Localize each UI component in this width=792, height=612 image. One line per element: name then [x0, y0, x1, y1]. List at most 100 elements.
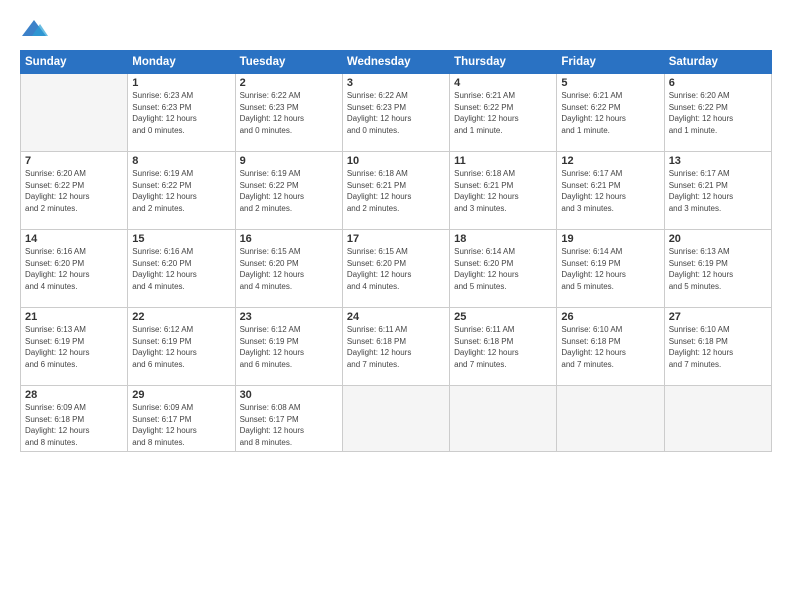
day-info: Sunrise: 6:09 AM Sunset: 6:18 PM Dayligh… — [25, 402, 123, 448]
calendar-cell: 24Sunrise: 6:11 AM Sunset: 6:18 PM Dayli… — [342, 308, 449, 386]
logo — [20, 18, 52, 40]
day-number: 28 — [25, 389, 123, 401]
day-info: Sunrise: 6:18 AM Sunset: 6:21 PM Dayligh… — [347, 168, 445, 214]
day-info: Sunrise: 6:08 AM Sunset: 6:17 PM Dayligh… — [240, 402, 338, 448]
day-number: 11 — [454, 155, 552, 167]
calendar-cell: 2Sunrise: 6:22 AM Sunset: 6:23 PM Daylig… — [235, 74, 342, 152]
day-header-monday: Monday — [128, 51, 235, 74]
day-number: 21 — [25, 311, 123, 323]
calendar-cell: 1Sunrise: 6:23 AM Sunset: 6:23 PM Daylig… — [128, 74, 235, 152]
day-info: Sunrise: 6:11 AM Sunset: 6:18 PM Dayligh… — [454, 324, 552, 370]
page: SundayMondayTuesdayWednesdayThursdayFrid… — [0, 0, 792, 612]
day-info: Sunrise: 6:15 AM Sunset: 6:20 PM Dayligh… — [347, 246, 445, 292]
day-info: Sunrise: 6:21 AM Sunset: 6:22 PM Dayligh… — [454, 90, 552, 136]
day-number: 5 — [561, 77, 659, 89]
calendar-cell: 5Sunrise: 6:21 AM Sunset: 6:22 PM Daylig… — [557, 74, 664, 152]
calendar-cell: 29Sunrise: 6:09 AM Sunset: 6:17 PM Dayli… — [128, 386, 235, 452]
day-number: 7 — [25, 155, 123, 167]
day-number: 20 — [669, 233, 767, 245]
day-info: Sunrise: 6:14 AM Sunset: 6:20 PM Dayligh… — [454, 246, 552, 292]
day-info: Sunrise: 6:21 AM Sunset: 6:22 PM Dayligh… — [561, 90, 659, 136]
day-info: Sunrise: 6:09 AM Sunset: 6:17 PM Dayligh… — [132, 402, 230, 448]
day-header-tuesday: Tuesday — [235, 51, 342, 74]
day-info: Sunrise: 6:16 AM Sunset: 6:20 PM Dayligh… — [25, 246, 123, 292]
day-info: Sunrise: 6:12 AM Sunset: 6:19 PM Dayligh… — [240, 324, 338, 370]
calendar-cell: 12Sunrise: 6:17 AM Sunset: 6:21 PM Dayli… — [557, 152, 664, 230]
day-number: 2 — [240, 77, 338, 89]
header — [20, 18, 772, 40]
calendar-cell: 10Sunrise: 6:18 AM Sunset: 6:21 PM Dayli… — [342, 152, 449, 230]
calendar-cell: 22Sunrise: 6:12 AM Sunset: 6:19 PM Dayli… — [128, 308, 235, 386]
day-info: Sunrise: 6:10 AM Sunset: 6:18 PM Dayligh… — [669, 324, 767, 370]
day-number: 14 — [25, 233, 123, 245]
calendar-cell — [21, 74, 128, 152]
calendar-cell: 4Sunrise: 6:21 AM Sunset: 6:22 PM Daylig… — [450, 74, 557, 152]
day-number: 15 — [132, 233, 230, 245]
calendar-cell: 18Sunrise: 6:14 AM Sunset: 6:20 PM Dayli… — [450, 230, 557, 308]
calendar-cell: 28Sunrise: 6:09 AM Sunset: 6:18 PM Dayli… — [21, 386, 128, 452]
day-info: Sunrise: 6:23 AM Sunset: 6:23 PM Dayligh… — [132, 90, 230, 136]
day-info: Sunrise: 6:18 AM Sunset: 6:21 PM Dayligh… — [454, 168, 552, 214]
calendar-cell: 27Sunrise: 6:10 AM Sunset: 6:18 PM Dayli… — [664, 308, 771, 386]
calendar-cell: 14Sunrise: 6:16 AM Sunset: 6:20 PM Dayli… — [21, 230, 128, 308]
day-info: Sunrise: 6:20 AM Sunset: 6:22 PM Dayligh… — [25, 168, 123, 214]
calendar-cell: 7Sunrise: 6:20 AM Sunset: 6:22 PM Daylig… — [21, 152, 128, 230]
week-row-3: 14Sunrise: 6:16 AM Sunset: 6:20 PM Dayli… — [21, 230, 772, 308]
day-number: 1 — [132, 77, 230, 89]
calendar-cell — [557, 386, 664, 452]
day-number: 16 — [240, 233, 338, 245]
day-info: Sunrise: 6:15 AM Sunset: 6:20 PM Dayligh… — [240, 246, 338, 292]
calendar-cell: 30Sunrise: 6:08 AM Sunset: 6:17 PM Dayli… — [235, 386, 342, 452]
day-number: 10 — [347, 155, 445, 167]
day-info: Sunrise: 6:16 AM Sunset: 6:20 PM Dayligh… — [132, 246, 230, 292]
day-info: Sunrise: 6:11 AM Sunset: 6:18 PM Dayligh… — [347, 324, 445, 370]
day-number: 12 — [561, 155, 659, 167]
day-info: Sunrise: 6:13 AM Sunset: 6:19 PM Dayligh… — [25, 324, 123, 370]
day-info: Sunrise: 6:22 AM Sunset: 6:23 PM Dayligh… — [240, 90, 338, 136]
day-header-friday: Friday — [557, 51, 664, 74]
day-info: Sunrise: 6:20 AM Sunset: 6:22 PM Dayligh… — [669, 90, 767, 136]
day-info: Sunrise: 6:17 AM Sunset: 6:21 PM Dayligh… — [561, 168, 659, 214]
day-number: 26 — [561, 311, 659, 323]
day-info: Sunrise: 6:22 AM Sunset: 6:23 PM Dayligh… — [347, 90, 445, 136]
day-header-thursday: Thursday — [450, 51, 557, 74]
calendar-cell: 17Sunrise: 6:15 AM Sunset: 6:20 PM Dayli… — [342, 230, 449, 308]
calendar-cell: 15Sunrise: 6:16 AM Sunset: 6:20 PM Dayli… — [128, 230, 235, 308]
week-row-4: 21Sunrise: 6:13 AM Sunset: 6:19 PM Dayli… — [21, 308, 772, 386]
day-info: Sunrise: 6:19 AM Sunset: 6:22 PM Dayligh… — [132, 168, 230, 214]
calendar-cell: 9Sunrise: 6:19 AM Sunset: 6:22 PM Daylig… — [235, 152, 342, 230]
calendar: SundayMondayTuesdayWednesdayThursdayFrid… — [20, 50, 772, 452]
day-info: Sunrise: 6:17 AM Sunset: 6:21 PM Dayligh… — [669, 168, 767, 214]
day-header-wednesday: Wednesday — [342, 51, 449, 74]
calendar-cell: 19Sunrise: 6:14 AM Sunset: 6:19 PM Dayli… — [557, 230, 664, 308]
week-row-5: 28Sunrise: 6:09 AM Sunset: 6:18 PM Dayli… — [21, 386, 772, 452]
day-header-sunday: Sunday — [21, 51, 128, 74]
day-number: 24 — [347, 311, 445, 323]
calendar-header-row: SundayMondayTuesdayWednesdayThursdayFrid… — [21, 51, 772, 74]
day-number: 4 — [454, 77, 552, 89]
calendar-cell — [664, 386, 771, 452]
calendar-cell: 11Sunrise: 6:18 AM Sunset: 6:21 PM Dayli… — [450, 152, 557, 230]
calendar-cell: 6Sunrise: 6:20 AM Sunset: 6:22 PM Daylig… — [664, 74, 771, 152]
calendar-cell: 16Sunrise: 6:15 AM Sunset: 6:20 PM Dayli… — [235, 230, 342, 308]
day-number: 17 — [347, 233, 445, 245]
logo-icon — [20, 18, 48, 40]
calendar-cell — [342, 386, 449, 452]
week-row-2: 7Sunrise: 6:20 AM Sunset: 6:22 PM Daylig… — [21, 152, 772, 230]
day-number: 9 — [240, 155, 338, 167]
day-number: 6 — [669, 77, 767, 89]
day-info: Sunrise: 6:12 AM Sunset: 6:19 PM Dayligh… — [132, 324, 230, 370]
calendar-cell: 13Sunrise: 6:17 AM Sunset: 6:21 PM Dayli… — [664, 152, 771, 230]
day-info: Sunrise: 6:14 AM Sunset: 6:19 PM Dayligh… — [561, 246, 659, 292]
day-number: 8 — [132, 155, 230, 167]
calendar-cell: 3Sunrise: 6:22 AM Sunset: 6:23 PM Daylig… — [342, 74, 449, 152]
calendar-cell — [450, 386, 557, 452]
week-row-1: 1Sunrise: 6:23 AM Sunset: 6:23 PM Daylig… — [21, 74, 772, 152]
day-number: 22 — [132, 311, 230, 323]
day-number: 30 — [240, 389, 338, 401]
calendar-cell: 8Sunrise: 6:19 AM Sunset: 6:22 PM Daylig… — [128, 152, 235, 230]
day-info: Sunrise: 6:19 AM Sunset: 6:22 PM Dayligh… — [240, 168, 338, 214]
day-number: 13 — [669, 155, 767, 167]
day-header-saturday: Saturday — [664, 51, 771, 74]
day-number: 29 — [132, 389, 230, 401]
